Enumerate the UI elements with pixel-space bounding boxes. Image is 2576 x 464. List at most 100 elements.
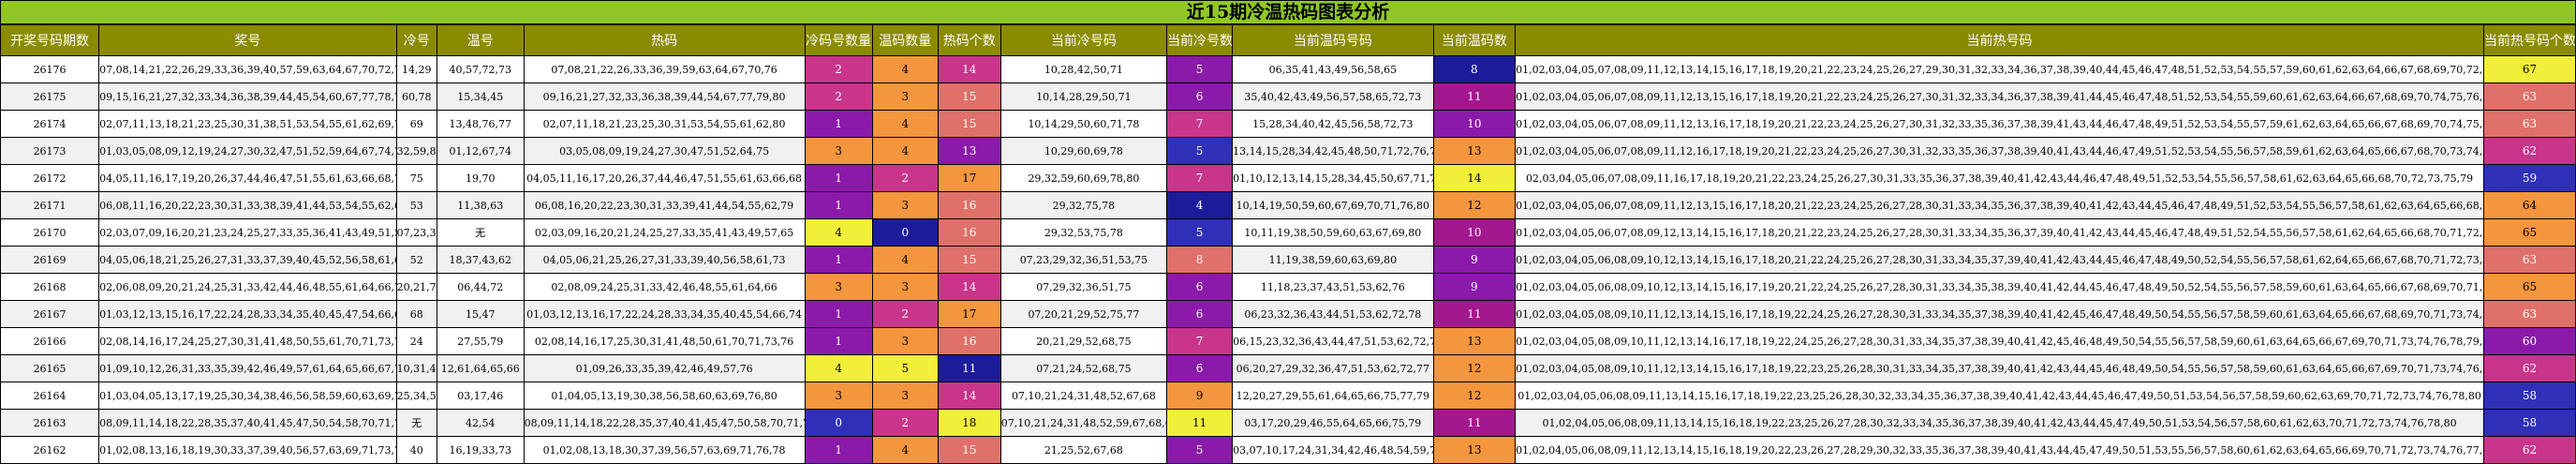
hot-count-cell: 16 [937,327,1001,355]
current-warm-count-cell: 13 [1432,436,1517,464]
current-cold-numbers-cell: 10,29,60,69,78 [999,137,1168,165]
issue-cell: 26166 [0,327,100,355]
cold-numbers-cell: 69 [395,110,437,138]
hot-count-cell: 17 [937,164,1001,192]
current-hot-numbers-cell: 01,02,04,05,06,08,09,11,13,14,15,16,18,1… [1515,409,2484,437]
current-cold-count-cell: 5 [1166,436,1234,464]
current-hot-numbers-cell: 01,02,03,04,05,06,07,08,09,11,12,13,16,1… [1515,110,2484,138]
current-warm-numbers-cell: 01,10,12,13,14,15,28,34,45,50,67,71,74,7… [1232,164,1434,192]
warm-numbers-cell: 15,34,45 [436,82,525,111]
column-header: 当前冷号码 [999,24,1168,56]
issue-cell: 26171 [0,191,100,219]
column-header: 当前温码号码 [1232,24,1434,56]
current-cold-count-cell: 11 [1166,409,1234,437]
winning-numbers-cell: 01,03,04,05,13,17,19,25,30,34,38,46,56,5… [98,382,397,410]
current-cold-numbers-cell: 10,14,29,50,60,71,78 [999,110,1168,138]
issue-cell: 26164 [0,382,100,410]
current-warm-count-cell: 9 [1432,273,1517,301]
current-warm-numbers-cell: 06,35,41,43,49,56,58,65 [1232,55,1434,83]
hot-count-cell: 16 [937,218,1001,247]
current-warm-count-cell: 10 [1432,110,1517,138]
current-cold-numbers-cell: 29,32,75,78 [999,191,1168,219]
current-cold-count-cell: 6 [1166,82,1234,111]
current-warm-numbers-cell: 06,23,32,36,43,44,51,53,62,72,78 [1232,300,1434,328]
current-hot-numbers-cell: 01,02,03,04,05,06,07,08,09,11,12,13,15,1… [1515,191,2484,219]
hot-numbers-cell: 04,05,11,16,17,20,26,37,44,46,47,51,55,6… [523,164,806,192]
column-header: 当前热号码 [1515,24,2484,56]
hot-count-cell: 13 [937,137,1001,165]
current-warm-numbers-cell: 10,11,19,38,50,59,60,63,67,69,80 [1232,218,1434,247]
current-hot-count-cell: 60 [2482,327,2576,355]
current-cold-numbers-cell: 07,21,24,52,68,75 [999,354,1168,382]
current-cold-numbers-cell: 10,28,42,50,71 [999,55,1168,83]
current-warm-count-cell: 13 [1432,137,1517,165]
column-header: 当前热号码个数 [2482,24,2576,56]
current-cold-count-cell: 9 [1166,382,1234,410]
warm-count-cell: 0 [871,218,939,247]
table-row: 26164 01,03,04,05,13,17,19,25,30,34,38,46… [0,382,2576,410]
hot-numbers-cell: 01,09,26,33,35,39,42,46,49,57,76 [523,354,806,382]
warm-count-cell: 2 [871,409,939,437]
current-cold-count-cell: 7 [1166,164,1234,192]
current-hot-numbers-cell: 02,03,04,05,06,07,08,09,11,16,17,18,19,2… [1515,164,2484,192]
issue-cell: 26176 [0,55,100,83]
table-row: 26163 08,09,11,14,18,22,28,35,37,40,41,45… [0,409,2576,437]
cold-count-cell: 2 [804,55,873,83]
current-warm-count-cell: 11 [1432,82,1517,111]
hot-numbers-cell: 04,05,06,21,25,26,27,31,33,39,40,56,58,6… [523,246,806,274]
cold-count-cell: 4 [804,354,873,382]
table-row: 26166 02,08,14,16,17,24,25,27,30,31,41,48… [0,327,2576,355]
warm-count-cell: 4 [871,137,939,165]
issue-cell: 26168 [0,273,100,301]
current-cold-count-cell: 6 [1166,273,1234,301]
current-warm-count-cell: 12 [1432,191,1517,219]
cold-count-cell: 1 [804,300,873,328]
current-hot-count-cell: 62 [2482,354,2576,382]
current-warm-count-cell: 9 [1432,246,1517,274]
warm-numbers-cell: 13,48,76,77 [436,110,525,138]
column-header: 当前冷号数 [1166,24,1234,56]
winning-numbers-cell: 01,03,12,13,15,16,17,22,24,28,33,34,35,4… [98,300,397,328]
warm-numbers-cell: 15,47 [436,300,525,328]
table-row: 26176 07,08,14,21,22,26,29,33,36,39,40,57… [0,55,2576,83]
current-cold-numbers-cell: 07,10,21,24,31,48,52,67,68 [999,382,1168,410]
hot-cold-table: 开奖号码期数 奖号 冷号 温号 热码 冷码号数量 温码数量 热码个数 当前冷号码… [0,24,2576,464]
cold-numbers-cell: 60,78 [395,82,437,111]
winning-numbers-cell: 06,08,11,16,20,22,23,30,31,33,38,39,41,4… [98,191,397,219]
current-hot-numbers-cell: 01,02,03,04,05,06,07,08,09,12,13,14,15,1… [1515,218,2484,247]
cold-count-cell: 1 [804,436,873,464]
current-cold-count-cell: 6 [1166,300,1234,328]
issue-cell: 26172 [0,164,100,192]
issue-cell: 26169 [0,246,100,274]
table-row: 26169 04,05,06,18,21,25,26,27,31,33,37,39… [0,246,2576,274]
current-hot-count-cell: 63 [2482,82,2576,111]
cold-numbers-cell: 07,23,36,51 [395,218,437,247]
current-cold-count-cell: 7 [1166,110,1234,138]
cold-count-cell: 1 [804,191,873,219]
current-hot-count-cell: 59 [2482,164,2576,192]
current-warm-numbers-cell: 12,20,27,29,55,61,64,65,66,75,77,79 [1232,382,1434,410]
current-warm-count-cell: 11 [1432,409,1517,437]
current-warm-numbers-cell: 10,14,19,50,59,60,67,69,70,71,76,80 [1232,191,1434,219]
current-cold-count-cell: 8 [1166,246,1234,274]
table-row: 26170 02,03,07,09,16,20,21,23,24,25,27,33… [0,218,2576,247]
warm-count-cell: 4 [871,436,939,464]
warm-numbers-cell: 40,57,72,73 [436,55,525,83]
column-header: 开奖号码期数 [0,24,100,56]
hot-count-cell: 15 [937,82,1001,111]
winning-numbers-cell: 01,09,10,12,26,31,33,35,39,42,46,49,57,6… [98,354,397,382]
current-hot-numbers-cell: 01,02,03,04,05,06,07,08,09,11,12,16,17,1… [1515,137,2484,165]
issue-cell: 26170 [0,218,100,247]
table-row: 26162 01,02,08,13,16,18,19,30,33,37,39,40… [0,436,2576,464]
cold-numbers-cell: 25,34,59 [395,382,437,410]
table-row: 26167 01,03,12,13,15,16,17,22,24,28,33,34… [0,300,2576,328]
current-warm-numbers-cell: 11,19,38,59,60,63,69,80 [1232,246,1434,274]
table-row: 26175 09,15,16,21,27,32,33,34,36,38,39,44… [0,82,2576,111]
warm-numbers-cell: 18,37,43,62 [436,246,525,274]
current-hot-count-cell: 63 [2482,300,2576,328]
warm-numbers-cell: 27,55,79 [436,327,525,355]
warm-numbers-cell: 03,17,46 [436,382,525,410]
cold-numbers-cell: 52 [395,246,437,274]
hot-numbers-cell: 09,16,21,27,32,33,36,38,39,44,54,67,77,7… [523,82,806,111]
current-warm-numbers-cell: 03,17,20,29,46,55,64,65,66,75,79 [1232,409,1434,437]
